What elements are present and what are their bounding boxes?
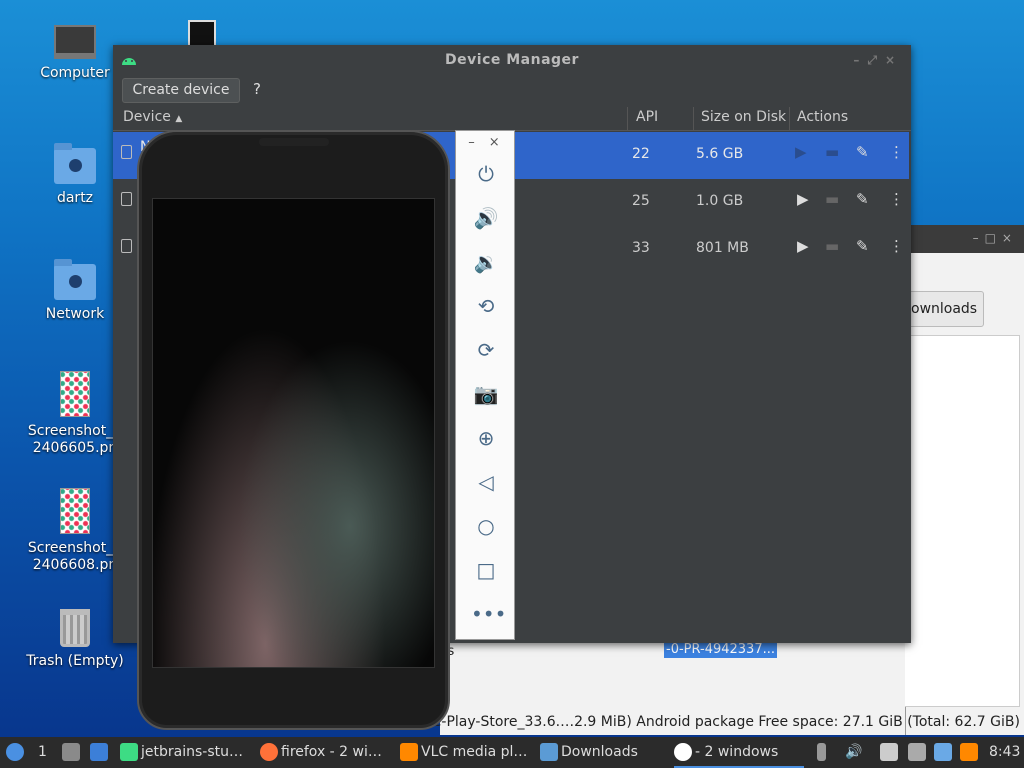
folder-icon[interactable]: ▬ [825, 143, 839, 161]
device-api: 22 [632, 146, 650, 162]
notification-icon[interactable] [934, 737, 956, 768]
overview-icon[interactable]: □ [471, 555, 501, 585]
downloads-path-button[interactable]: ownloads [908, 291, 984, 327]
trash-icon [60, 609, 90, 647]
volume-down-icon[interactable]: 🔉 [471, 247, 501, 277]
edit-icon[interactable]: ✎ [856, 143, 869, 161]
taskbar-item-jetbrains[interactable]: jetbrains-stu… [120, 737, 252, 768]
column-header-device[interactable]: Device ▲ [123, 109, 182, 125]
taskbar-item-vlc[interactable]: VLC media pl… [400, 737, 530, 768]
network-folder-icon [54, 259, 96, 300]
desktop-icon-label: Network [45, 306, 105, 322]
desktop-icon-label: Trash (Empty) [26, 653, 124, 669]
home-folder-icon [54, 143, 96, 184]
android-studio-icon [120, 743, 138, 761]
device-manager-toolbar: Create device ? [113, 75, 911, 107]
camera-icon[interactable]: 📷 [471, 379, 501, 409]
computer-icon [54, 25, 96, 59]
window-title: Device Manager [445, 52, 579, 68]
clock[interactable]: 8:43 [989, 737, 1023, 768]
column-header-api[interactable]: API [636, 109, 658, 125]
device-manager-titlebar[interactable]: Device Manager –⤢× [113, 45, 911, 75]
device-api: 25 [632, 193, 650, 209]
android-icon [122, 58, 136, 65]
workspace-switcher[interactable]: 1 [38, 737, 52, 768]
window-controls[interactable]: –⤢× [853, 45, 903, 75]
desktop-icon-label-line2: 2406608.pn [32, 557, 118, 573]
rotate-left-icon[interactable]: ⟲ [471, 291, 501, 321]
desktop-icon-label-line2: 2406605.pn [32, 440, 118, 456]
emulator-phone-frame[interactable] [137, 130, 450, 730]
zoom-icon[interactable]: ⊕ [471, 423, 501, 453]
more-icon[interactable]: ••• [471, 599, 506, 629]
home-icon[interactable]: ○ [471, 511, 501, 541]
help-button[interactable]: ? [253, 80, 261, 98]
desktop-icon-partial[interactable] [188, 20, 216, 48]
desktop-icon-label: dartz [56, 190, 94, 206]
device-size: 801 MB [696, 240, 749, 256]
status-bar: gle-Play-Store_33.6.…2.9 MiB) Android pa… [420, 714, 1020, 730]
volume-up-icon[interactable]: 🔊 [471, 203, 501, 233]
phone-device-icon [121, 192, 132, 206]
more-options-icon[interactable]: ⋮ [889, 190, 904, 208]
desktop-icon-label: Computer [40, 65, 110, 81]
folder-icon [540, 743, 558, 761]
desktop-icon-label-line1: Screenshot_1 [27, 423, 123, 439]
selected-filename[interactable]: -0-PR-4942337... [664, 641, 777, 658]
taskbar: 1 jetbrains-stu… firefox - 2 wi… VLC med… [0, 737, 1024, 768]
image-file-icon [60, 371, 90, 417]
device-table-header: Device ▲ API Size on Disk Actions [113, 107, 911, 131]
column-header-actions: Actions [797, 109, 849, 125]
play-icon[interactable]: ▶ [797, 237, 809, 255]
network-icon[interactable] [908, 737, 930, 768]
phone-speaker [259, 138, 329, 146]
taskbar-item-group[interactable]: - 2 windows [674, 737, 804, 768]
background-window-controls[interactable]: –□× [906, 225, 1024, 253]
device-api: 33 [632, 240, 650, 256]
device-size: 1.0 GB [696, 193, 744, 209]
emulator-window-controls[interactable]: –× [456, 131, 514, 157]
play-icon[interactable]: ▶ [797, 190, 809, 208]
power-icon[interactable]: ⏻ [471, 159, 501, 189]
sort-ascending-icon: ▲ [175, 114, 183, 124]
desktop-icon-label-line1: Screenshot_1 [27, 540, 123, 556]
taskbar-item-downloads[interactable]: Downloads [540, 737, 665, 768]
volume-icon[interactable]: 🔊 [845, 737, 863, 768]
app-group-icon [674, 743, 692, 761]
firefox-icon [260, 743, 278, 761]
clipboard-icon[interactable] [880, 737, 902, 768]
file-manager-launcher-icon[interactable] [62, 737, 84, 768]
more-options-icon[interactable]: ⋮ [889, 237, 904, 255]
emulator-screen[interactable] [152, 198, 435, 668]
emulator-toolbar: –× ⏻ 🔊 🔉 ⟲ ⟳ 📷 ⊕ ◁ ○ □ ••• [455, 130, 515, 640]
show-desktop-icon[interactable] [90, 737, 112, 768]
phone-device-icon [121, 239, 132, 253]
battery-icon[interactable] [817, 737, 833, 768]
folder-icon[interactable]: ▬ [825, 190, 839, 208]
device-size: 5.6 GB [696, 146, 744, 162]
column-header-size[interactable]: Size on Disk [701, 109, 786, 125]
taskbar-item-firefox[interactable]: firefox - 2 wi… [260, 737, 390, 768]
vlc-icon [400, 743, 418, 761]
more-options-icon[interactable]: ⋮ [889, 143, 904, 161]
edit-icon[interactable]: ✎ [856, 190, 869, 208]
back-icon[interactable]: ◁ [471, 467, 501, 497]
folder-icon[interactable]: ▬ [825, 237, 839, 255]
play-icon[interactable]: ▶ [795, 143, 807, 161]
image-file-icon [60, 488, 90, 534]
edit-icon[interactable]: ✎ [856, 237, 869, 255]
create-device-button[interactable]: Create device [122, 78, 240, 103]
rotate-right-icon[interactable]: ⟳ [471, 335, 501, 365]
start-menu-icon[interactable] [6, 737, 28, 768]
phone-device-icon [121, 145, 132, 159]
vlc-tray-icon[interactable] [960, 737, 982, 768]
